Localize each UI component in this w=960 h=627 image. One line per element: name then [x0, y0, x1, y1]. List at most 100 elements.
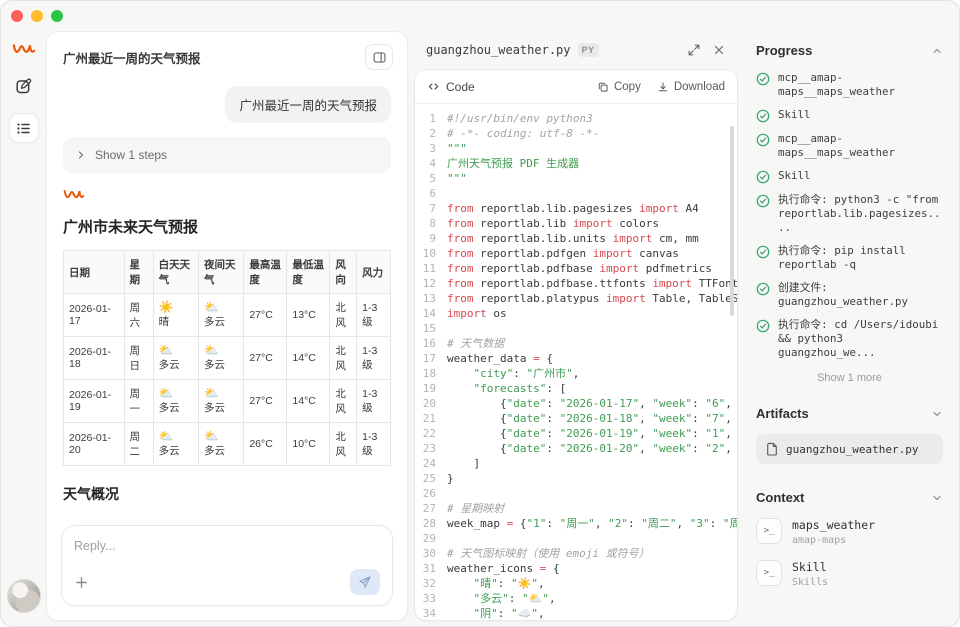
steps-toggle[interactable]: Show 1 steps [63, 137, 391, 173]
weather-icon: ⛅ [159, 430, 193, 443]
code-line: 13from reportlab.platypus import Table, … [415, 291, 737, 306]
code-line: 30# 天气图标映射（使用 emoji 或符号） [415, 546, 737, 561]
minimize-window-button[interactable] [31, 10, 43, 22]
code-line: 9from reportlab.lib.units import cm, mm [415, 231, 737, 246]
table-header-cell: 最高温度 [244, 251, 287, 294]
check-circle-icon [756, 245, 770, 259]
table-row: 2026-01-17周六☀️晴⛅多云27°C13°C北风1-3级 [64, 294, 391, 337]
weather-icon: ⛅ [159, 387, 193, 400]
table-cell: 1-3级 [357, 294, 391, 337]
code-content[interactable]: 1#!/usr/bin/env python32# -*- coding: ut… [415, 104, 737, 620]
weather-icon: ⛅ [159, 344, 193, 357]
chat-header: 广州最近一周的天气预报 [47, 32, 407, 78]
artifacts-section-header[interactable]: Artifacts [756, 406, 943, 421]
artifact-item[interactable]: guangzhou_weather.py [756, 434, 943, 464]
context-item[interactable]: >_maps_weatheramap-maps [756, 518, 943, 546]
code-line: 19 "forecasts": [ [415, 381, 737, 396]
chevron-right-icon [75, 149, 87, 161]
terminal-icon: >_ [756, 518, 782, 544]
progress-item[interactable]: mcp__amap-maps__maps_weather [756, 132, 943, 160]
context-section-header[interactable]: Context [756, 490, 943, 505]
code-line: 27# 星期映射 [415, 501, 737, 516]
weather-icon: ⛅ [204, 301, 238, 314]
table-header-cell: 白天天气 [153, 251, 198, 294]
table-cell: 10°C [287, 423, 330, 466]
context-item[interactable]: >_SkillSkills [756, 560, 943, 588]
table-row: 2026-01-18周日⛅多云⛅多云27°C14°C北风1-3级 [64, 337, 391, 380]
table-header-cell: 日期 [64, 251, 125, 294]
check-circle-icon [756, 282, 770, 296]
code-line: 22 {"date": "2026-01-19", "week": "1", "… [415, 426, 737, 441]
left-rail [1, 31, 46, 621]
table-cell: 1-3级 [357, 380, 391, 423]
progress-item[interactable]: Skill [756, 108, 943, 123]
brand-logo-icon[interactable] [10, 39, 38, 59]
reply-input[interactable] [74, 539, 380, 553]
assistant-logo-icon [63, 188, 391, 206]
report-heading: 广州市未来天气预报 [63, 216, 391, 237]
code-panel-header: guangzhou_weather.py PY [418, 37, 736, 63]
code-line: 23 {"date": "2026-01-20", "week": "2", "… [415, 441, 737, 456]
table-cell: 周日 [124, 337, 153, 380]
code-line: 12from reportlab.pdfbase.ttfonts import … [415, 276, 737, 291]
table-cell: 北风 [330, 423, 357, 466]
table-header-cell: 风力 [357, 251, 391, 294]
new-chat-button[interactable] [9, 71, 39, 101]
check-circle-icon [756, 319, 770, 333]
code-line: 3""" [415, 141, 737, 156]
code-line: 11from reportlab.pdfbase import pdfmetri… [415, 261, 737, 276]
chat-messages[interactable]: 广州最近一周的天气预报 Show 1 steps 广州市未来天气预报 日期星期白… [47, 78, 407, 523]
zoom-window-button[interactable] [51, 10, 63, 22]
progress-item[interactable]: 执行命令: python3 -c "from reportlab.lib.pag… [756, 193, 943, 235]
tab-code[interactable]: Code [427, 80, 475, 94]
check-circle-icon [756, 194, 770, 208]
code-line: 15 [415, 321, 737, 336]
context-item-title: Skill [792, 560, 828, 574]
file-icon [766, 442, 778, 456]
copy-button[interactable]: Copy [597, 81, 641, 93]
expand-panel-button[interactable] [685, 41, 703, 59]
table-header-cell: 风向 [330, 251, 357, 294]
close-window-button[interactable] [11, 10, 23, 22]
download-button-label: Download [674, 81, 725, 93]
progress-list: mcp__amap-maps__maps_weather Skill mcp__am… [756, 71, 943, 360]
close-panel-button[interactable] [710, 41, 728, 59]
progress-item[interactable]: 执行命令: pip install reportlab -q [756, 244, 943, 272]
check-circle-icon [756, 72, 770, 86]
expand-icon [687, 43, 701, 57]
weather-icon: ⛅ [204, 430, 238, 443]
table-cell: 北风 [330, 294, 357, 337]
progress-section-header[interactable]: Progress [756, 43, 943, 58]
add-attachment-button[interactable] [74, 575, 89, 590]
send-button[interactable] [350, 569, 380, 595]
code-line: 32 "晴": "☀️", [415, 576, 737, 591]
steps-toggle-label: Show 1 steps [95, 148, 167, 162]
main-layout: 广州最近一周的天气预报 广州最近一周的天气预报 Show 1 steps 广州市… [1, 31, 959, 627]
progress-item[interactable]: mcp__amap-maps__maps_weather [756, 71, 943, 99]
toggle-panel-button[interactable] [365, 44, 393, 70]
task-list-icon [15, 120, 32, 137]
download-button[interactable]: Download [657, 81, 725, 93]
progress-item[interactable]: Skill [756, 169, 943, 184]
table-cell: 14°C [287, 380, 330, 423]
composer [61, 525, 393, 606]
user-avatar[interactable] [7, 579, 41, 613]
weather-icon: ⛅ [204, 387, 238, 400]
progress-item[interactable]: 执行命令: cd /Users/idoubi && python3 guangz… [756, 318, 943, 360]
tasks-button[interactable] [9, 113, 39, 143]
tab-code-label: Code [446, 80, 475, 94]
table-header-cell: 星期 [124, 251, 153, 294]
table-cell: 27°C [244, 380, 287, 423]
show-more-button[interactable]: Show 1 more [756, 372, 943, 384]
right-panel: Progress mcp__amap-maps__maps_weather Ski… [738, 31, 959, 621]
table-cell: 27°C [244, 294, 287, 337]
chevron-up-icon [931, 45, 943, 57]
progress-item[interactable]: 创建文件: guangzhou_weather.py [756, 281, 943, 309]
table-cell: ⛅多云 [153, 337, 198, 380]
code-line: 33 "多云": "⛅", [415, 591, 737, 606]
code-scrollbar[interactable] [730, 126, 734, 316]
close-icon [712, 43, 726, 57]
progress-title: Progress [756, 43, 812, 58]
weather-icon: ☀️ [159, 301, 193, 314]
table-cell: 周一 [124, 380, 153, 423]
